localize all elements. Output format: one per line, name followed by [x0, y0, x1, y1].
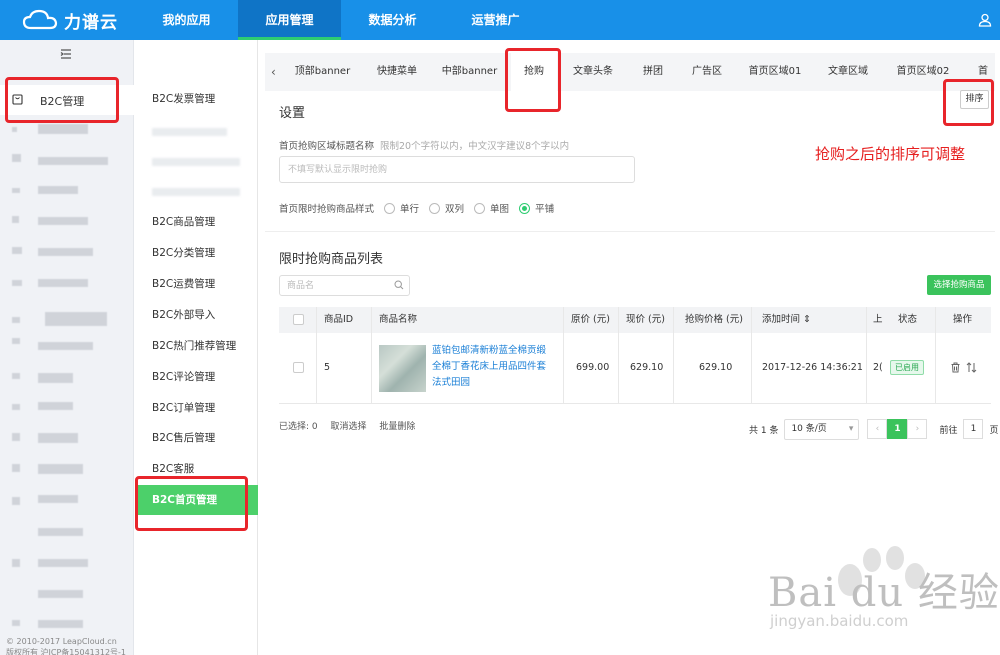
- col-header-original-price: 原价 (元): [571, 314, 610, 325]
- tab-quick-menu[interactable]: 快捷菜单: [367, 53, 427, 91]
- highlight-homepage-box: [135, 476, 248, 531]
- copyright-text: © 2010-2017 LeapCloud.cn 版权所有 沪ICP备15041…: [6, 637, 127, 655]
- subnav-item-categories[interactable]: B2C分类管理: [135, 238, 258, 268]
- selected-count: 已选择: 0: [279, 422, 318, 432]
- col-header-flash-price: 抢购价格 (元): [685, 314, 743, 325]
- next-page-button[interactable]: ›: [907, 419, 928, 439]
- cell-original-price: 699.00: [576, 362, 610, 373]
- section-divider: [265, 231, 995, 232]
- radio-single-image[interactable]: 单图: [474, 201, 509, 215]
- radio-double-column[interactable]: 双列: [429, 201, 464, 215]
- select-all-checkbox[interactable]: [293, 314, 304, 325]
- app-logo[interactable]: 力谱云: [22, 7, 118, 33]
- tab-ad-area[interactable]: 广告区: [683, 53, 731, 91]
- col-header-status: 状态: [898, 314, 918, 325]
- subnav-item-reviews[interactable]: B2C评论管理: [135, 362, 258, 392]
- nav-data-analysis[interactable]: 数据分析: [341, 0, 444, 40]
- col-header-actions: 操作: [953, 314, 973, 325]
- menu-collapse-icon[interactable]: [60, 48, 72, 60]
- tab-top-banner[interactable]: 顶部banner: [290, 53, 355, 91]
- radio-tiled[interactable]: 平铺: [519, 201, 554, 215]
- watermark-url: jingyan.baidu.com: [770, 612, 909, 630]
- goto-page-input[interactable]: 1: [963, 419, 984, 439]
- highlight-sort-box: [943, 79, 994, 126]
- page-number-button[interactable]: 1: [887, 419, 908, 439]
- subnav-item-invoice[interactable]: B2C发票管理: [135, 84, 258, 114]
- reorder-icon[interactable]: [966, 362, 977, 373]
- nav-app-management[interactable]: 应用管理: [238, 0, 341, 40]
- product-thumbnail: [379, 345, 426, 392]
- prev-page-button[interactable]: ‹: [867, 419, 888, 439]
- flash-sale-title-input[interactable]: [279, 156, 635, 183]
- batch-delete-link[interactable]: 批量删除: [379, 422, 415, 432]
- subnav-item-import[interactable]: B2C外部导入: [135, 300, 258, 330]
- tab-article-headline[interactable]: 文章头条: [566, 53, 620, 91]
- page-unit: 页: [989, 425, 999, 436]
- nav-my-apps[interactable]: 我的应用: [135, 0, 238, 40]
- style-label: 首页限时抢购商品样式: [279, 204, 375, 215]
- cancel-selection-link[interactable]: 取消选择: [331, 422, 367, 432]
- highlight-flash-tab-box: [505, 48, 561, 112]
- search-icon[interactable]: [394, 280, 404, 290]
- col-header-id: 商品ID: [324, 314, 354, 325]
- tab-scroll-left-icon[interactable]: ‹: [271, 65, 276, 79]
- pagination: 共 1 条 10 条/页 ‹ 1 › 前往 1 页: [749, 418, 998, 440]
- subnav-item-shipping[interactable]: B2C运费管理: [135, 269, 258, 299]
- tab-middle-banner[interactable]: 中部banner: [437, 53, 502, 91]
- col-header-added-time[interactable]: 添加时间 ⇕: [762, 307, 811, 333]
- select-flash-products-button[interactable]: 选择抢购商品: [927, 275, 991, 295]
- subnav-item-products[interactable]: B2C商品管理: [135, 207, 258, 237]
- col-header-current-price: 现价 (元): [626, 314, 665, 325]
- cell-partial: 2(: [873, 362, 883, 373]
- cell-added-time: 2017-12-26 14:36:21: [762, 362, 863, 373]
- subnav-item-after-sales[interactable]: B2C售后管理: [135, 423, 258, 453]
- main-sidebar: B2C管理 © 2010-2017 LeapCloud.cn 版权所有 沪ICP…: [0, 40, 134, 655]
- user-icon[interactable]: [978, 13, 992, 27]
- homepage-tabs: ‹ 顶部banner 快捷菜单 中部banner 抢购 文章头条 拼团 广告区 …: [265, 53, 995, 91]
- col-header-name: 商品名称: [379, 314, 418, 325]
- status-badge: 已启用: [890, 360, 924, 375]
- title-field-hint: 限制20个字符以内，中文汉字建议8个字以内: [380, 141, 570, 152]
- col-header-partial: 上: [873, 314, 883, 325]
- cell-id: 5: [324, 362, 331, 373]
- highlight-b2c-box: [5, 77, 119, 123]
- trash-icon[interactable]: [950, 362, 961, 373]
- annotation-text: 抢购之后的排序可调整: [815, 145, 966, 163]
- product-search-input[interactable]: [279, 275, 410, 296]
- flash-sale-table: 商品ID 商品名称 原价 (元) 现价 (元) 抢购价格 (元) 添加时间 ⇕ …: [279, 307, 991, 404]
- radio-single-row[interactable]: 单行: [384, 201, 419, 215]
- total-count: 共 1 条: [749, 425, 779, 436]
- goto-label: 前往: [939, 425, 958, 436]
- tab-group-buy[interactable]: 拼团: [633, 53, 673, 91]
- settings-title: 设置: [279, 106, 306, 121]
- watermark-text: Bai du 经验: [768, 570, 1000, 616]
- top-nav-bar: 力谱云 我的应用 应用管理 数据分析 运营推广: [0, 0, 1000, 40]
- subnav-item-orders[interactable]: B2C订单管理: [135, 393, 258, 423]
- style-selector: 首页限时抢购商品样式 单行 双列 单图 平铺: [279, 201, 554, 215]
- nav-operations[interactable]: 运营推广: [444, 0, 547, 40]
- sort-arrows-icon: ⇕: [803, 314, 812, 325]
- list-title: 限时抢购商品列表: [279, 252, 384, 267]
- sub-nav: B2C发票管理 B2C商品管理 B2C分类管理 B2C运费管理 B2C外部导入 …: [135, 40, 258, 655]
- cloud-logo-icon: [22, 9, 58, 30]
- cell-flash-price: 629.10: [699, 362, 733, 373]
- tab-home-area-01[interactable]: 首页区域01: [742, 53, 808, 91]
- subnav-item-hot-recommend[interactable]: B2C热门推荐管理: [135, 331, 258, 361]
- product-name-link[interactable]: 蓝铂包邮清新粉蓝全棉贡缎全棉丁香花床上用品四件套法式田园: [432, 343, 550, 391]
- title-field-label: 首页抢购区域标题名称 限制20个字符以内，中文汉字建议8个字以内: [279, 141, 570, 152]
- app-logo-text: 力谱云: [64, 12, 118, 33]
- tab-article-area[interactable]: 文章区域: [821, 53, 875, 91]
- page-size-select[interactable]: 10 条/页: [784, 418, 860, 440]
- table-footer-actions: 已选择: 0 取消选择 批量删除: [279, 419, 425, 432]
- cell-current-price: 629.10: [630, 362, 664, 373]
- row-checkbox[interactable]: [293, 362, 304, 373]
